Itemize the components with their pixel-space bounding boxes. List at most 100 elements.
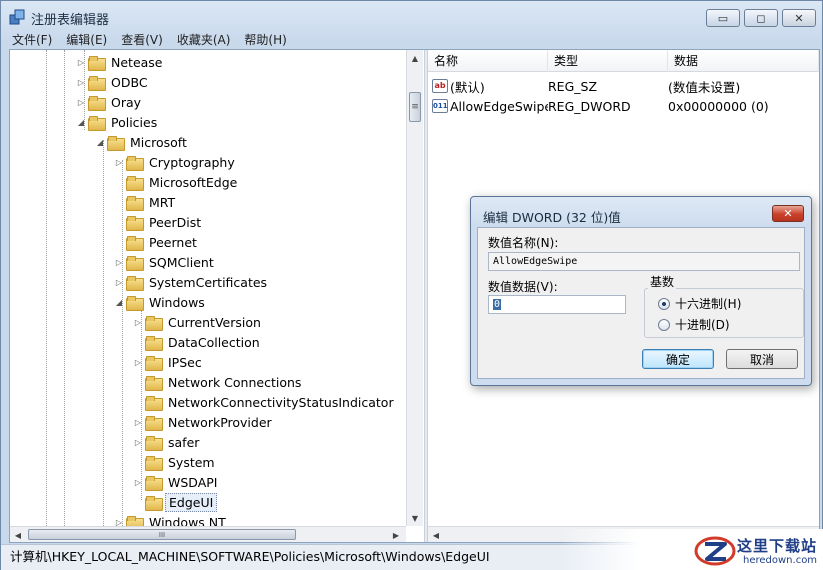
expand-arrow-icon[interactable]: ▷ <box>112 158 126 167</box>
radio-hexadecimal[interactable]: 十六进制(H) <box>658 295 741 312</box>
radio-unchecked-icon[interactable] <box>658 318 670 331</box>
tree-node[interactable]: MRT <box>112 192 178 212</box>
tree-vertical-scrollbar[interactable]: ▲ ≡ ▼ <box>406 50 423 526</box>
tree-node[interactable]: ◢ Policies <box>74 112 160 132</box>
dialog-body: 数值名称(N): AllowEdgeSwipe 数值数据(V): 0 基数 十六… <box>477 227 805 379</box>
collapse-arrow-icon[interactable]: ◢ <box>74 118 88 127</box>
watermark-logo-icon <box>694 536 736 566</box>
folder-icon <box>88 95 106 111</box>
value-data-text: 0 <box>493 299 502 310</box>
scroll-thumb[interactable]: ≡ <box>409 92 421 122</box>
value-name-text: AllowEdgeSwipe <box>493 256 578 267</box>
column-name[interactable]: 名称 <box>428 50 548 72</box>
tree-node[interactable]: NetworkConnectivityStatusIndicator <box>131 392 397 412</box>
watermark-text: 这里下载站 <box>737 537 818 555</box>
folder-icon <box>126 295 144 311</box>
tree-node[interactable]: Peernet <box>112 232 200 252</box>
tree-node-label: Windows <box>149 294 205 310</box>
folder-icon <box>145 355 163 371</box>
scroll-thumb[interactable]: III <box>28 529 296 540</box>
tree-node[interactable]: ▷ NetworkProvider <box>131 412 275 432</box>
title-bar[interactable]: 注册表编辑器 ▭ ◻ ✕ <box>1 1 822 31</box>
menu-edit[interactable]: 编辑(E) <box>59 31 114 49</box>
tree-node[interactable]: ▷ ODBC <box>74 72 151 92</box>
tree-node-label: SQMClient <box>149 254 214 270</box>
value-name: (默认) <box>450 79 485 95</box>
scroll-up-icon[interactable]: ▲ <box>407 50 423 66</box>
scroll-left-icon[interactable]: ◀ <box>10 527 26 542</box>
radio-dec-label: 十进制(D) <box>675 318 730 332</box>
tree-node[interactable]: ▷ safer <box>131 432 202 452</box>
tree-node[interactable]: Network Connections <box>131 372 304 392</box>
tree-node[interactable]: MicrosoftEdge <box>112 172 240 192</box>
tree-node[interactable]: ▷ SystemCertificates <box>112 272 270 292</box>
expand-arrow-icon[interactable]: ▷ <box>74 78 88 87</box>
scroll-right-icon[interactable]: ▶ <box>388 527 404 542</box>
tree-node[interactable]: PeerDist <box>112 212 204 232</box>
folder-icon <box>145 495 163 511</box>
value-name-field[interactable]: AllowEdgeSwipe <box>488 252 800 271</box>
tree-node-label: NetworkProvider <box>168 414 272 430</box>
folder-icon <box>145 455 163 471</box>
close-button[interactable]: ✕ <box>782 9 816 27</box>
value-data-field[interactable]: 0 <box>488 295 626 314</box>
tree-node[interactable]: ▷ Oray <box>74 92 144 112</box>
list-item[interactable]: 011 AllowEdgeSwipe REG_DWORD 0x00000000 … <box>428 96 808 116</box>
folder-icon <box>145 475 163 491</box>
expand-arrow-icon[interactable]: ▷ <box>112 278 126 287</box>
expand-arrow-icon[interactable]: ▷ <box>131 418 145 427</box>
expand-arrow-icon[interactable]: ▷ <box>74 58 88 67</box>
regedit-icon <box>9 9 25 25</box>
tree-node-label: WSDAPI <box>168 474 218 490</box>
maximize-button[interactable]: ◻ <box>744 9 778 27</box>
scroll-down-icon[interactable]: ▼ <box>407 510 423 526</box>
scroll-left-icon[interactable]: ◀ <box>428 527 444 543</box>
scroll-grip-icon: ≡ <box>411 102 419 112</box>
expand-arrow-icon[interactable]: ▷ <box>112 258 126 267</box>
tree-node[interactable]: ▷ Netease <box>74 52 166 72</box>
base-group-label: 基数 <box>648 273 677 290</box>
expand-arrow-icon[interactable]: ▷ <box>131 358 145 367</box>
tree-node[interactable]: ◢ Microsoft <box>93 132 190 152</box>
collapse-arrow-icon[interactable]: ◢ <box>112 298 126 307</box>
tree-node[interactable]: ◢ Windows <box>112 292 208 312</box>
expand-arrow-icon[interactable]: ▷ <box>131 438 145 447</box>
dialog-close-button[interactable]: ✕ <box>772 205 804 222</box>
radio-checked-icon[interactable] <box>658 297 670 310</box>
menu-favorites[interactable]: 收藏夹(A) <box>170 31 238 49</box>
expand-arrow-icon[interactable]: ▷ <box>74 98 88 107</box>
folder-icon <box>145 335 163 351</box>
column-data[interactable]: 数据 <box>668 50 819 72</box>
dialog-title: 编辑 DWORD (32 位)值 <box>483 210 621 225</box>
tree-node[interactable]: ▷ WSDAPI <box>131 472 220 492</box>
tree-node[interactable]: DataCollection <box>131 332 263 352</box>
expand-arrow-icon[interactable]: ▷ <box>131 478 145 487</box>
menu-help[interactable]: 帮助(H) <box>237 31 293 49</box>
tree-node[interactable]: ▷ IPSec <box>131 352 205 372</box>
tree-node[interactable]: ▷ CurrentVersion <box>131 312 264 332</box>
tree-node[interactable]: ▷ SQMClient <box>112 252 217 272</box>
list-item[interactable]: ab (默认) REG_SZ (数值未设置) <box>428 76 808 96</box>
tree-node[interactable]: ▷ Cryptography <box>112 152 238 172</box>
menu-view[interactable]: 查看(V) <box>114 31 170 49</box>
column-type[interactable]: 类型 <box>548 50 668 72</box>
radio-decimal[interactable]: 十进制(D) <box>658 316 730 333</box>
minimize-button[interactable]: ▭ <box>706 9 740 27</box>
tree-node-label: Netease <box>111 54 163 70</box>
expand-arrow-icon[interactable]: ▷ <box>131 318 145 327</box>
menu-file[interactable]: 文件(F) <box>5 31 59 49</box>
window-controls: ▭ ◻ ✕ <box>706 9 816 27</box>
folder-icon <box>126 275 144 291</box>
folder-icon <box>107 135 125 151</box>
tree-node-label: System <box>168 454 215 470</box>
tree-node[interactable]: System <box>131 452 218 472</box>
folder-icon <box>88 115 106 131</box>
folder-icon <box>126 215 144 231</box>
collapse-arrow-icon[interactable]: ◢ <box>93 138 107 147</box>
ok-button[interactable]: 确定 <box>642 349 714 369</box>
tree-node-selected[interactable]: EdgeUI <box>131 492 218 512</box>
cancel-button[interactable]: 取消 <box>726 349 798 369</box>
folder-icon <box>145 375 163 391</box>
tree-horizontal-scrollbar[interactable]: ◀ III ▶ <box>10 526 406 542</box>
tree-node-label: SystemCertificates <box>149 274 268 290</box>
